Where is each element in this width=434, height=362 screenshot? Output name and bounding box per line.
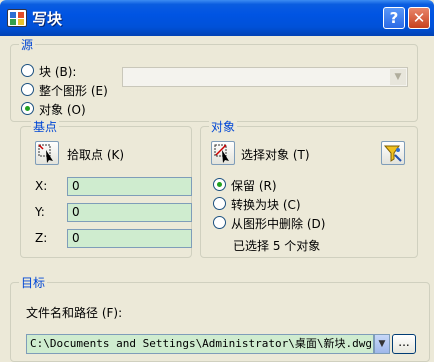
quick-select-filter-icon — [383, 145, 402, 162]
objects-radio[interactable] — [21, 102, 34, 115]
source-group: 源 块 (B): ▼ 整个图形 (E) 对象 (O) — [10, 36, 418, 122]
selected-count-text: 已选择 5 个对象 — [233, 239, 321, 253]
pick-point-label: 拾取点 (K) — [67, 148, 125, 162]
block-name-combo[interactable]: ▼ — [122, 67, 408, 87]
y-coordinate-input[interactable]: 0 — [67, 203, 192, 222]
base-point-group: 基点 拾取点 (K) X: 0 Y: 0 Z: 0 — [20, 118, 192, 258]
entire-drawing-label: 整个图形 (E) — [39, 84, 108, 98]
help-button[interactable]: ? — [383, 7, 405, 29]
z-label: Z: — [35, 231, 48, 245]
objects-group: 对象 选择对象 (T) 保留 (R) 转换为块 (C) 从图形中删除 (D) 已… — [200, 118, 418, 258]
title-bar: 写块 ? ✕ — [0, 0, 434, 36]
close-button[interactable]: ✕ — [408, 7, 430, 29]
entire-drawing-radio[interactable] — [21, 83, 34, 96]
retain-radio[interactable] — [213, 178, 226, 191]
file-path-input[interactable]: C:\Documents and Settings\Administrator\… — [26, 334, 374, 354]
select-objects-label: 选择对象 (T) — [241, 148, 310, 162]
select-objects-button[interactable] — [211, 141, 235, 165]
x-label: X: — [35, 179, 48, 193]
select-objects-icon — [214, 144, 229, 163]
quick-select-button[interactable] — [381, 141, 405, 165]
pick-point-button[interactable] — [35, 141, 59, 165]
destination-legend: 目标 — [19, 274, 48, 291]
block-radio-label: 块 (B): — [39, 65, 77, 79]
convert-to-block-radio[interactable] — [213, 197, 226, 210]
source-legend: 源 — [19, 36, 36, 53]
delete-from-drawing-radio[interactable] — [213, 216, 226, 229]
dialog-body: 源 块 (B): ▼ 整个图形 (E) 对象 (O) 基点 拾取点 (K) X:… — [4, 36, 430, 362]
chevron-down-icon[interactable]: ▼ — [390, 69, 406, 85]
delete-from-drawing-label: 从图形中删除 (D) — [231, 217, 326, 231]
z-coordinate-input[interactable]: 0 — [67, 229, 192, 248]
browse-button[interactable]: ... — [392, 334, 416, 354]
objects-legend: 对象 — [209, 118, 238, 135]
window-title: 写块 — [32, 10, 63, 28]
autocad-app-icon — [7, 9, 27, 27]
retain-label: 保留 (R) — [231, 179, 277, 193]
objects-radio-label: 对象 (O) — [39, 103, 86, 117]
block-radio[interactable] — [21, 64, 34, 77]
y-label: Y: — [35, 205, 45, 219]
chevron-down-icon[interactable]: ▼ — [374, 334, 390, 354]
base-point-legend: 基点 — [31, 118, 60, 135]
convert-to-block-label: 转换为块 (C) — [231, 198, 301, 212]
file-path-label: 文件名和路径 (F): — [26, 306, 123, 320]
pick-point-icon — [38, 144, 53, 163]
x-coordinate-input[interactable]: 0 — [67, 177, 192, 196]
